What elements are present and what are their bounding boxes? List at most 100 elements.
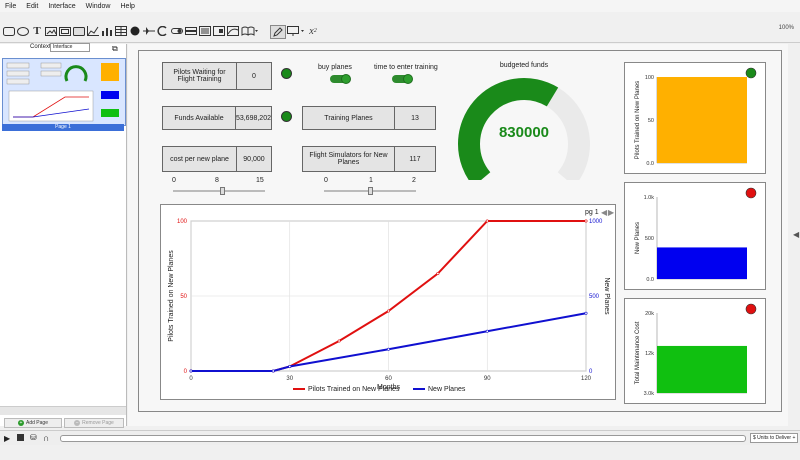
lamp-tool-icon[interactable]: [128, 25, 142, 37]
numeric-display-tool-icon[interactable]: [212, 25, 226, 37]
remove-icon: −: [74, 420, 81, 426]
play-icon[interactable]: ▶: [4, 434, 10, 443]
bar-value: [657, 345, 747, 393]
bar-chart-tool-icon[interactable]: [100, 25, 114, 37]
slider2-handle[interactable]: [368, 187, 373, 195]
y2-tick-label: 0: [589, 369, 593, 375]
bar-y-label: Total Maintenance Cost: [635, 321, 641, 384]
button-tool-icon[interactable]: [72, 25, 86, 37]
y-axis-label: Pilots Trained on New Planes: [168, 250, 175, 342]
slider1-handle[interactable]: [219, 187, 225, 195]
funds-available-label: Funds Available: [163, 107, 236, 129]
series-point-1: [584, 219, 588, 223]
slider2-max: 2: [412, 177, 416, 184]
pilots-waiting-lamp: [281, 68, 292, 79]
x-tick-label: 60: [385, 376, 392, 382]
remove-page-label: Remove Page: [82, 420, 114, 426]
switch-tool-icon[interactable]: [170, 25, 184, 37]
y-tick-label: 50: [180, 294, 187, 300]
bar-tick-label: 3.0k: [644, 391, 655, 397]
presentation-icon[interactable]: [286, 25, 306, 37]
y2-tick-label: 1000: [589, 219, 603, 225]
bar-value: [657, 77, 747, 163]
bar-chart-pilots: 0.0 50 100 Pilots Trained on New Planes: [635, 67, 757, 167]
add-page-button[interactable]: + Add Page: [4, 418, 62, 428]
collapse-panel-icon[interactable]: ◀: [793, 230, 799, 239]
slider1-min: 0: [172, 177, 176, 184]
cost-per-plane-value: 90,000: [243, 155, 265, 163]
bar-lamp: [745, 187, 757, 199]
add-page-label: Add Page: [26, 420, 48, 426]
stock-tool-icon[interactable]: [2, 25, 16, 37]
next-page-icon[interactable]: ▶: [608, 208, 614, 217]
x-tick-label: 90: [484, 376, 491, 382]
menu-edit[interactable]: Edit: [21, 3, 43, 10]
buy-planes-label: buy planes: [318, 64, 352, 71]
line-graph-svg: 0 30 60 90 12005010005001000MonthsPilots Tra…: [168, 219, 610, 393]
graph-page-indicator: pg 1: [585, 209, 599, 216]
add-icon: +: [18, 420, 25, 426]
bar-panel-maintenance: 3.0k 12k 20k Total Maintenance Cost: [624, 298, 766, 404]
time-slider[interactable]: [60, 435, 746, 442]
menu-interface[interactable]: Interface: [43, 3, 80, 10]
edit-mode-icon[interactable]: [270, 25, 286, 39]
panel-scrollbar[interactable]: [0, 406, 126, 415]
context-select[interactable]: Interface: [50, 43, 90, 52]
page-thumbnail[interactable]: [2, 58, 126, 126]
numeric-input-tool-icon[interactable]: [184, 25, 198, 37]
slider-tool-icon[interactable]: [142, 25, 156, 37]
series-point-1: [337, 339, 341, 343]
text-tool-icon[interactable]: T: [30, 25, 44, 37]
graphical-input-tool-icon[interactable]: [226, 25, 240, 37]
y2-axis-label: New Planes: [603, 277, 610, 315]
step-icon[interactable]: ⛁: [30, 433, 37, 442]
pilots-waiting-display: Pilots Waiting for Flight Training 0: [162, 62, 272, 90]
series-point-1: [485, 219, 489, 223]
menu-bar: File Edit Interface Window Help: [0, 0, 800, 12]
menu-window[interactable]: Window: [81, 3, 116, 10]
bar-lamp: [745, 67, 757, 79]
frame-tool-icon[interactable]: [58, 25, 72, 37]
series-point-1: [436, 272, 440, 276]
storytelling-icon[interactable]: [240, 25, 260, 37]
buy-planes-switch[interactable]: [330, 74, 351, 84]
bar-y-label: New Planes: [635, 222, 641, 254]
bar-tick-label: 50: [648, 118, 654, 124]
bar-panel-new-planes: 0.0 500 1.0k New Planes: [624, 182, 766, 290]
slider1-value: 8: [215, 177, 219, 184]
series-point-2: [288, 365, 292, 369]
units-dropdown[interactable]: $ Units to Deliver + ...: [750, 433, 798, 443]
picture-tool-icon[interactable]: [44, 25, 58, 37]
slider2-value: 1: [369, 177, 373, 184]
training-planes-label: Training Planes: [303, 107, 395, 129]
menu-help[interactable]: Help: [116, 3, 140, 10]
flight-simulators-display: Flight Simulators for New Planes 117: [302, 146, 436, 172]
knob-tool-icon[interactable]: [156, 25, 170, 37]
time-to-enter-training-switch[interactable]: [392, 74, 413, 84]
table-tool-icon[interactable]: [114, 25, 128, 37]
cost-per-plane-label: cost per new plane: [163, 147, 237, 171]
page-panel: Context Interface ⧉ Page 1: [0, 43, 127, 426]
funds-available-lamp: [281, 111, 292, 122]
bar-y-label: Pilots Trained on New Planes: [635, 81, 641, 159]
training-planes-value: 13: [411, 114, 419, 122]
equation-icon[interactable]: x2: [306, 25, 320, 37]
x-tick-label: 30: [286, 376, 293, 382]
x-tick-label: 0: [189, 376, 193, 382]
remove-page-button[interactable]: − Remove Page: [64, 418, 124, 428]
menu-file[interactable]: File: [0, 3, 21, 10]
comment-tool-icon[interactable]: [16, 25, 30, 37]
page-options-icon[interactable]: ⧉: [112, 44, 118, 54]
flight-simulators-value: 117: [409, 155, 421, 163]
bar-tick-label: 20k: [645, 311, 654, 317]
prev-page-icon[interactable]: ◀: [601, 208, 607, 217]
graph-tool-icon[interactable]: [86, 25, 100, 37]
zoom-level: 100%: [778, 25, 794, 31]
legend-label-1: Pilots Trained on New Planes: [308, 386, 400, 393]
bar-tick-label: 0.0: [646, 161, 654, 167]
line-graph: 0 30 60 90 120 0 50 100 0 500 1000 Months Pilots Tra…: [160, 204, 616, 400]
list-input-tool-icon[interactable]: [198, 25, 212, 37]
series-point-2: [189, 369, 193, 373]
magnet-icon[interactable]: ∩: [43, 433, 49, 443]
stop-icon[interactable]: [17, 434, 24, 441]
